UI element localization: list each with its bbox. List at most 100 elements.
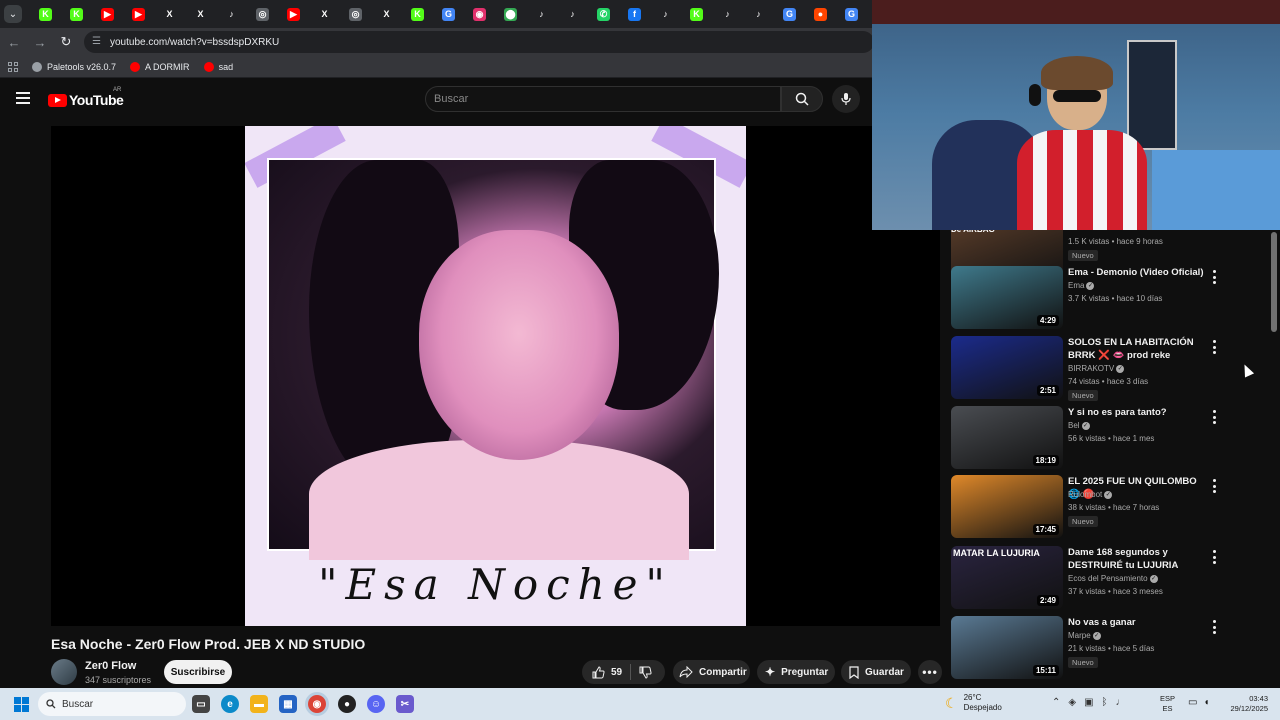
- share-icon: [679, 666, 693, 678]
- browser-tab[interactable]: K: [681, 0, 712, 28]
- browser-tab[interactable]: K: [30, 0, 61, 28]
- kick-icon: K: [39, 7, 52, 21]
- reload-button[interactable]: ↻: [54, 30, 78, 54]
- browser-tab[interactable]: X: [185, 0, 216, 28]
- browser-tab[interactable]: G: [836, 0, 867, 28]
- channel-avatar[interactable]: [51, 659, 77, 685]
- recommendation-channel[interactable]: Bel ✓: [1068, 421, 1090, 430]
- network-volume[interactable]: ▭ ◖: [1188, 697, 1210, 708]
- sidebar-scrollbar[interactable]: [1271, 232, 1277, 332]
- address-bar[interactable]: ☰ youtube.com/watch?v=bssdspDXRKU: [84, 31, 874, 53]
- more-vertical-icon[interactable]: [1209, 410, 1219, 424]
- microphone-icon[interactable]: ♩: [1116, 697, 1126, 708]
- browser-tab[interactable]: K: [402, 0, 433, 28]
- more-vertical-icon[interactable]: [1209, 620, 1219, 634]
- browser-tab[interactable]: ▶: [278, 0, 309, 28]
- app-tray-icon[interactable]: ▣: [1084, 697, 1093, 708]
- recommendation-thumbnail[interactable]: 17:45: [951, 475, 1063, 538]
- recommendation-title[interactable]: Ema - Demonio (Video Oficial): [1068, 266, 1208, 279]
- subscribe-button[interactable]: Suscribirse: [164, 660, 232, 684]
- x-icon: X: [194, 7, 207, 21]
- bookmark-label: A DORMIR: [145, 61, 190, 72]
- voice-search-button[interactable]: [832, 85, 860, 113]
- language-indicator[interactable]: ESP ES: [1160, 694, 1175, 714]
- clock[interactable]: 03:43 29/12/2025: [1224, 694, 1268, 714]
- browser-tab[interactable]: X: [309, 0, 340, 28]
- facebook-icon: f: [628, 7, 641, 21]
- tab-search-dropdown[interactable]: ⌄: [4, 5, 22, 23]
- more-vertical-icon[interactable]: [1209, 550, 1219, 564]
- snipping-tool-icon[interactable]: ✂: [396, 695, 414, 713]
- site-info-icon[interactable]: ☰: [92, 37, 102, 47]
- save-button[interactable]: Guardar: [841, 660, 911, 684]
- browser-tab[interactable]: ♪: [650, 0, 681, 28]
- more-actions-button[interactable]: •••: [918, 660, 942, 684]
- browser-tab[interactable]: ▶: [92, 0, 123, 28]
- recommendation-thumbnail[interactable]: MATAR LA LUJURIA 2:49: [951, 546, 1063, 609]
- bookmark-item[interactable]: Paletools v26.0.7: [32, 61, 116, 72]
- recommendation-thumbnail[interactable]: 2:51: [951, 336, 1063, 399]
- file-explorer-icon[interactable]: ▬: [250, 695, 268, 713]
- browser-tab[interactable]: G: [774, 0, 805, 28]
- weather-widget[interactable]: ☾ 26°C Despejado: [945, 693, 1002, 713]
- browser-tab[interactable]: ▶: [123, 0, 154, 28]
- chevron-up-icon[interactable]: ⌃: [1052, 697, 1060, 708]
- browser-tab[interactable]: f: [619, 0, 650, 28]
- back-button[interactable]: ←: [2, 30, 26, 54]
- more-vertical-icon[interactable]: [1209, 270, 1219, 284]
- browser-tab[interactable]: ⬤: [495, 0, 526, 28]
- browser-tab[interactable]: ♪: [526, 0, 557, 28]
- recommendation-channel[interactable]: BIRRAKOTV ✓: [1068, 364, 1125, 373]
- browser-tab[interactable]: G: [433, 0, 464, 28]
- browser-tab[interactable]: ♪: [712, 0, 743, 28]
- ask-button[interactable]: ✦ Preguntar: [757, 660, 835, 684]
- recommendation-title[interactable]: No vas a ganar: [1068, 616, 1208, 629]
- recommendation-thumbnail[interactable]: 15:11: [951, 616, 1063, 679]
- youtube-logo[interactable]: YouTube: [48, 92, 124, 108]
- browser-tab[interactable]: ◎: [247, 0, 278, 28]
- apps-grid-icon[interactable]: [8, 61, 18, 72]
- windows-start-icon[interactable]: [14, 696, 29, 712]
- task-view-icon[interactable]: ▭: [192, 695, 210, 713]
- security-icon[interactable]: ◈: [1068, 697, 1076, 708]
- recommendation-thumbnail[interactable]: 18:19: [951, 406, 1063, 469]
- bluetooth-icon[interactable]: ᛒ: [1102, 697, 1108, 708]
- browser-tab[interactable]: X: [371, 0, 402, 28]
- like-button[interactable]: 59: [582, 660, 622, 684]
- recommendation-title[interactable]: Y si no es para tanto?: [1068, 406, 1208, 419]
- browser-tab[interactable]: ♪: [216, 0, 247, 28]
- browser-tab[interactable]: ♪: [743, 0, 774, 28]
- dislike-button[interactable]: [631, 666, 652, 679]
- recommendation-thumbnail[interactable]: 4:29: [951, 266, 1063, 329]
- chrome-icon[interactable]: ◉: [308, 695, 326, 713]
- discord-icon[interactable]: ☺: [367, 695, 385, 713]
- search-input[interactable]: Buscar: [425, 86, 781, 112]
- browser-tab[interactable]: ◉: [464, 0, 495, 28]
- edge-icon[interactable]: e: [221, 695, 239, 713]
- browser-tab[interactable]: X: [154, 0, 185, 28]
- recommendation-channel[interactable]: Ecos del Pensamiento ✓: [1068, 574, 1158, 583]
- recommendation-title[interactable]: Dame 168 segundos y DESTRUIRÉ tu LUJURIA: [1068, 546, 1208, 572]
- recommendation-channel[interactable]: Marpe ✓: [1068, 631, 1101, 640]
- browser-tab[interactable]: K: [61, 0, 92, 28]
- more-vertical-icon[interactable]: [1209, 479, 1219, 493]
- bookmark-item[interactable]: sad: [203, 61, 233, 72]
- search-button[interactable]: [781, 86, 823, 112]
- browser-tab[interactable]: ♪: [557, 0, 588, 28]
- channel-name[interactable]: Zer0 Flow: [85, 660, 136, 672]
- browser-tab[interactable]: ✆: [588, 0, 619, 28]
- more-vertical-icon[interactable]: [1209, 340, 1219, 354]
- bookmark-item[interactable]: A DORMIR: [130, 61, 190, 72]
- menu-icon[interactable]: [16, 92, 30, 104]
- forward-button[interactable]: →: [28, 30, 52, 54]
- recommendation-channel[interactable]: Ema ✓: [1068, 281, 1095, 290]
- taskbar-search[interactable]: Buscar: [38, 692, 186, 716]
- browser-tab[interactable]: ●: [805, 0, 836, 28]
- store-icon[interactable]: ▦: [279, 695, 297, 713]
- recommendation-channel[interactable]: Rulombot ✓: [1068, 490, 1113, 499]
- app-icon[interactable]: ●: [338, 695, 356, 713]
- recommendation-title[interactable]: SOLOS EN LA HABITACIÓN BRRK ❌ 👄 prod rek…: [1068, 336, 1208, 362]
- share-button[interactable]: Compartir: [673, 660, 750, 684]
- browser-tab[interactable]: ◎: [340, 0, 371, 28]
- video-player[interactable]: "Esa Noche": [51, 126, 940, 626]
